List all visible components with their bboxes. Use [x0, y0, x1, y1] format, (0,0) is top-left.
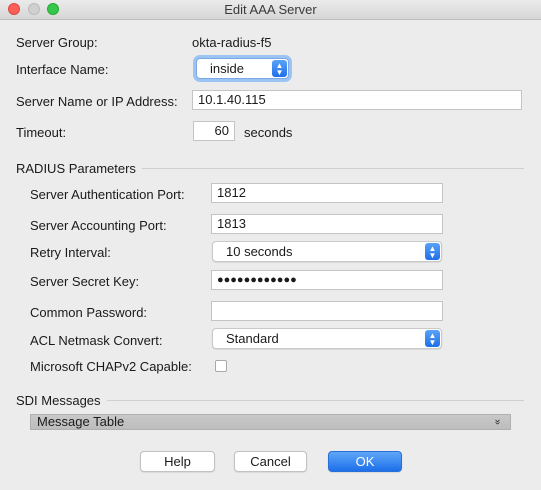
retry-interval-select[interactable]: 10 seconds ▲ ▼: [212, 241, 442, 262]
sdi-section-title: SDI Messages: [16, 393, 101, 408]
window-title: Edit AAA Server: [224, 2, 317, 17]
timeout-input[interactable]: 60: [193, 121, 235, 141]
server-group-value: okta-radius-f5: [192, 35, 272, 50]
section-divider: [107, 400, 524, 401]
server-name-input[interactable]: 10.1.40.115: [192, 90, 522, 110]
select-arrows-icon: ▲ ▼: [425, 330, 440, 347]
retry-interval-label: Retry Interval:: [30, 245, 111, 260]
interface-name-select[interactable]: inside ▲ ▼: [196, 58, 289, 79]
cancel-button[interactable]: Cancel: [234, 451, 307, 472]
chap-label: Microsoft CHAPv2 Capable:: [30, 359, 192, 374]
radius-section-title: RADIUS Parameters: [16, 161, 136, 176]
section-divider: [142, 168, 524, 169]
retry-interval-value: 10 seconds: [226, 244, 293, 259]
common-password-label: Common Password:: [30, 305, 148, 320]
acl-netmask-value: Standard: [226, 331, 279, 346]
secret-key-input[interactable]: ●●●●●●●●●●●●: [211, 270, 443, 290]
timeout-unit: seconds: [244, 125, 293, 140]
acl-netmask-select[interactable]: Standard ▲ ▼: [212, 328, 442, 349]
message-table-label: Message Table: [37, 414, 125, 429]
help-button[interactable]: Help: [140, 451, 215, 472]
acct-port-input[interactable]: 1813: [211, 214, 443, 234]
auth-port-input[interactable]: 1812: [211, 183, 443, 203]
server-group-label: Server Group:: [16, 35, 98, 50]
common-password-input[interactable]: [211, 301, 443, 321]
chap-checkbox[interactable]: [215, 360, 227, 372]
select-arrows-icon: ▲ ▼: [272, 60, 287, 77]
ok-button[interactable]: OK: [328, 451, 402, 472]
timeout-label: Timeout:: [16, 125, 67, 140]
acl-netmask-label: ACL Netmask Convert:: [30, 333, 163, 348]
interface-name-value: inside: [210, 61, 244, 76]
acct-port-label: Server Accounting Port:: [30, 218, 167, 233]
secret-key-label: Server Secret Key:: [30, 274, 140, 289]
title-bar: Edit AAA Server: [0, 0, 541, 20]
auth-port-label: Server Authentication Port:: [30, 187, 185, 202]
message-table-header[interactable]: Message Table »: [30, 414, 511, 430]
server-name-label: Server Name or IP Address:: [16, 94, 178, 109]
select-arrows-icon: ▲ ▼: [425, 243, 440, 260]
interface-name-label: Interface Name:: [16, 62, 109, 77]
expand-icon[interactable]: »: [490, 419, 504, 425]
